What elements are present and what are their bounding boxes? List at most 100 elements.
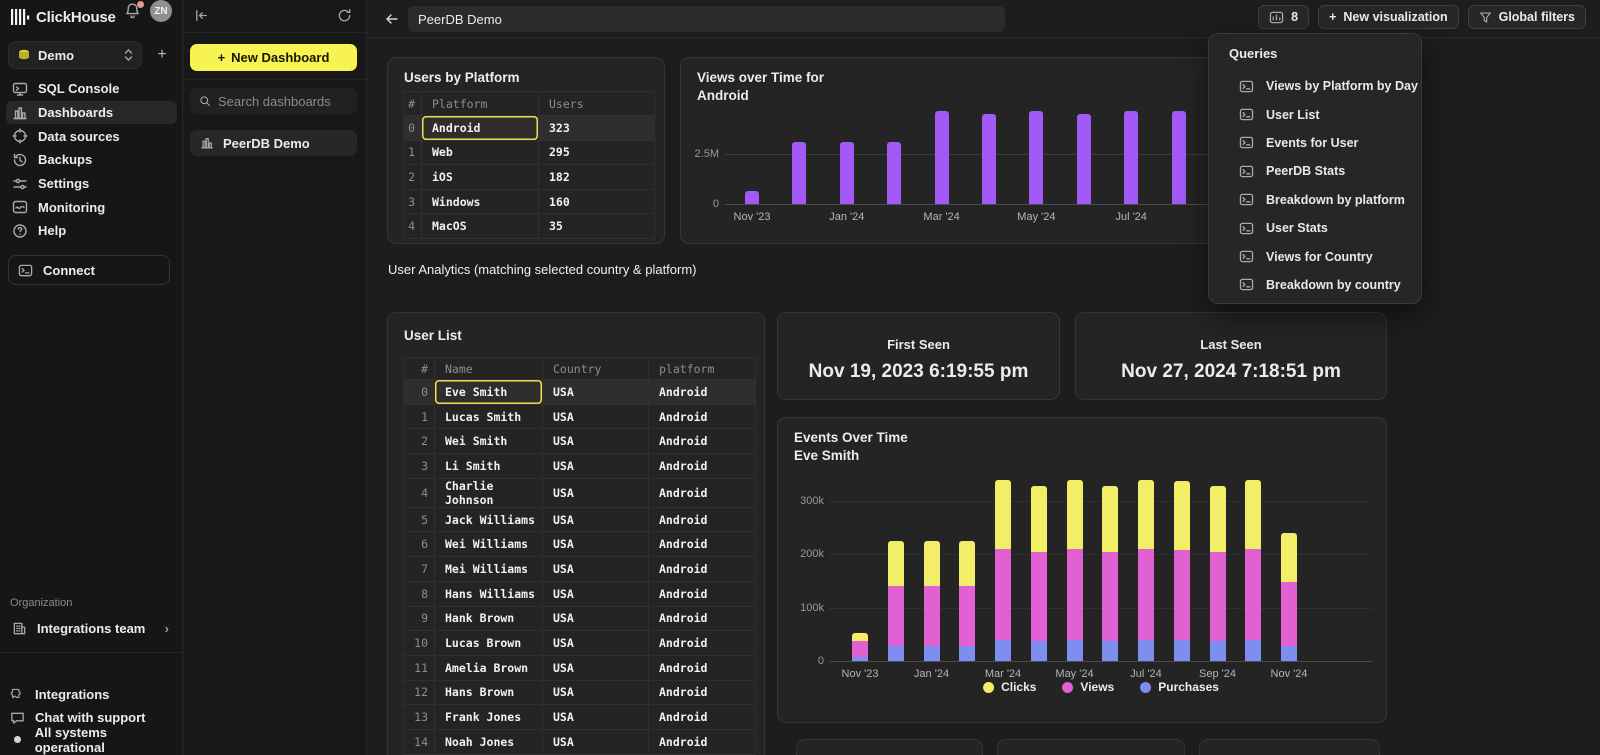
table-cell[interactable]: USA [543, 532, 649, 557]
table-cell[interactable]: Noah Jones [435, 729, 543, 754]
table-cell[interactable]: USA [543, 478, 649, 507]
connect-button[interactable]: Connect [8, 255, 170, 285]
bar[interactable] [1067, 480, 1083, 549]
query-item[interactable]: User Stats [1209, 214, 1421, 242]
table-cell[interactable]: Mei Williams [435, 557, 543, 582]
table-cell[interactable]: USA [543, 404, 649, 429]
table-cell[interactable]: 0 [404, 116, 422, 141]
table-cell[interactable]: Android [649, 478, 756, 507]
table-cell[interactable]: Hans Brown [435, 680, 543, 705]
dashboard-title-input[interactable] [408, 6, 1005, 32]
table-cell[interactable]: Android [649, 454, 756, 479]
bar[interactable] [995, 480, 1011, 549]
query-item[interactable]: Views for Country [1209, 242, 1421, 270]
bar[interactable] [1138, 480, 1154, 549]
table-cell[interactable]: 6 [404, 532, 435, 557]
table-cell[interactable]: Windows [422, 189, 539, 214]
query-item[interactable]: PeerDB Stats [1209, 157, 1421, 185]
table-cell[interactable]: 3 [404, 454, 435, 479]
sidebar-item-help[interactable]: Help [6, 219, 177, 243]
search-dashboards-input[interactable] [218, 94, 338, 109]
table-cell[interactable]: 323 [539, 116, 655, 141]
bar[interactable] [959, 646, 975, 661]
bar[interactable] [887, 142, 901, 204]
table-cell[interactable]: 13 [404, 705, 435, 730]
table-cell[interactable]: Android [649, 655, 756, 680]
table-cell[interactable]: USA [543, 454, 649, 479]
bar[interactable] [1124, 111, 1138, 204]
table-cell[interactable]: Android [649, 429, 756, 454]
table-cell[interactable]: Android [649, 581, 756, 606]
query-item[interactable]: Events for User [1209, 129, 1421, 157]
table-cell[interactable]: Android [649, 705, 756, 730]
table-cell[interactable]: Wei Smith [435, 429, 543, 454]
table-cell[interactable]: USA [543, 631, 649, 656]
table-cell[interactable]: MacOS [422, 214, 539, 239]
table-cell[interactable]: Eve Smith [435, 380, 543, 405]
table-cell[interactable]: Android [649, 729, 756, 754]
bar[interactable] [959, 586, 975, 646]
bar[interactable] [924, 646, 940, 661]
table-cell[interactable]: USA [543, 729, 649, 754]
bar[interactable] [1172, 111, 1186, 204]
table-cell[interactable]: Android [649, 507, 756, 532]
table-cell[interactable]: USA [543, 606, 649, 631]
bar[interactable] [1077, 114, 1091, 204]
refresh-button[interactable] [337, 8, 352, 23]
table-cell[interactable]: USA [543, 655, 649, 680]
bar[interactable] [995, 640, 1011, 661]
bar[interactable] [745, 191, 759, 204]
table-cell[interactable]: Amelia Brown [435, 655, 543, 680]
sidebar-item-data-sources[interactable]: Data sources [6, 124, 177, 148]
table-cell[interactable]: 4 [404, 478, 435, 507]
table-cell[interactable]: 2 [404, 429, 435, 454]
bar[interactable] [924, 541, 940, 586]
bar[interactable] [995, 549, 1011, 640]
table-cell[interactable]: 4 [404, 214, 422, 239]
bar[interactable] [1245, 480, 1261, 549]
table-cell[interactable]: 3 [404, 189, 422, 214]
bar[interactable] [1281, 646, 1297, 661]
bar[interactable] [888, 586, 904, 646]
table-cell[interactable]: 1 [404, 404, 435, 429]
bar[interactable] [1067, 549, 1083, 640]
sidebar-item-backups[interactable]: Backups [6, 148, 177, 172]
bar[interactable] [840, 142, 854, 204]
bar[interactable] [1210, 552, 1226, 641]
bar[interactable] [1174, 550, 1190, 640]
bar[interactable] [1138, 549, 1154, 640]
table-cell[interactable]: Android [649, 606, 756, 631]
workspace-select[interactable]: Demo [8, 41, 142, 69]
table-cell[interactable]: 10 [404, 631, 435, 656]
table-cell[interactable]: 5 [404, 507, 435, 532]
table-cell[interactable]: Android [649, 680, 756, 705]
table-cell[interactable]: USA [543, 680, 649, 705]
query-item[interactable]: User List [1209, 100, 1421, 128]
global-filters-button[interactable]: Global filters [1468, 5, 1586, 29]
table-cell[interactable]: 7 [404, 557, 435, 582]
table-cell[interactable]: Charlie Johnson [435, 478, 543, 507]
table-cell[interactable]: Wei Williams [435, 532, 543, 557]
query-item[interactable]: Breakdown by platform [1209, 186, 1421, 214]
table-cell[interactable]: 9 [404, 606, 435, 631]
bar[interactable] [1138, 640, 1154, 661]
table-cell[interactable]: USA [543, 705, 649, 730]
query-item[interactable]: Views by Platform by Day [1209, 72, 1421, 100]
table-cell[interactable]: 8 [404, 581, 435, 606]
user-avatar[interactable]: ZN [150, 0, 172, 22]
bar[interactable] [1174, 640, 1190, 661]
table-cell[interactable]: Android [649, 404, 756, 429]
table-cell[interactable]: Hans Williams [435, 581, 543, 606]
bar[interactable] [1210, 486, 1226, 552]
bar[interactable] [959, 541, 975, 586]
bar[interactable] [924, 586, 940, 646]
sidebar-item-sql-console[interactable]: SQL Console [6, 77, 177, 101]
table-cell[interactable]: Jack Williams [435, 507, 543, 532]
table-cell[interactable]: Android [649, 380, 756, 405]
bar[interactable] [982, 114, 996, 204]
bar[interactable] [1031, 486, 1047, 552]
table-cell[interactable]: 295 [539, 140, 655, 165]
legend-item[interactable]: Views [1062, 680, 1114, 694]
table-cell[interactable]: Web [422, 140, 539, 165]
sidebar-item-monitoring[interactable]: Monitoring [6, 195, 177, 219]
